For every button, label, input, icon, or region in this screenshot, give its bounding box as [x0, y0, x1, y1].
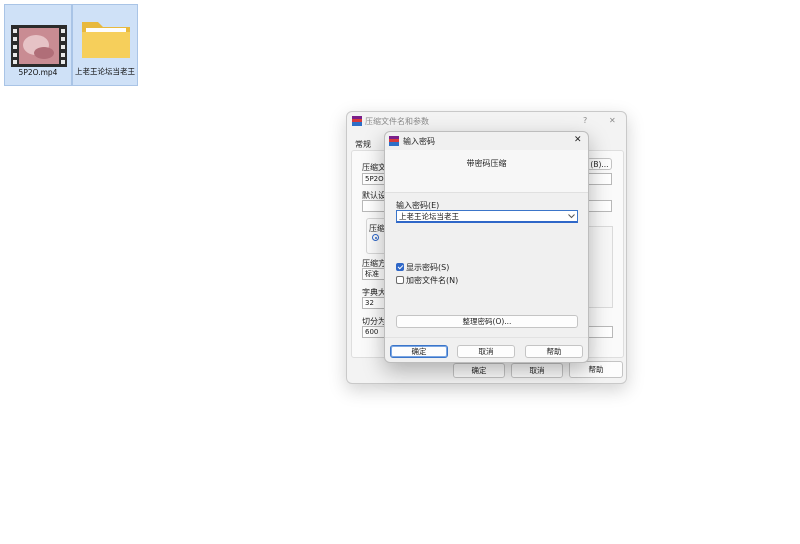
close-icon[interactable]: ✕: [574, 135, 582, 145]
enter-password-dialog: 输入密码 ✕ 带密码压缩 输入密码(E) 上老王论坛当老王 显示密码(S) 加密…: [384, 131, 589, 363]
winrar-icon: [352, 116, 362, 126]
browse-button[interactable]: (B)...: [587, 158, 612, 170]
desktop-icon-label: 5P2O.mp4: [18, 68, 58, 77]
archive-name-label: 压缩文: [362, 163, 386, 172]
folder-icon: [82, 22, 130, 58]
tab-general[interactable]: 常规: [355, 139, 371, 150]
help-icon[interactable]: ?: [583, 116, 587, 125]
close-icon[interactable]: ✕: [609, 116, 616, 125]
cancel-button[interactable]: 取消: [457, 345, 515, 358]
desktop-icon-folder[interactable]: 上老王论坛当老王: [72, 4, 138, 86]
show-password-checkbox[interactable]: [396, 263, 404, 271]
help-button[interactable]: 帮助: [525, 345, 583, 358]
show-password-label: 显示密码(S): [406, 263, 450, 272]
divider: [385, 337, 588, 338]
ok-button[interactable]: 确定: [453, 363, 505, 378]
window-title: 压缩文件名和参数: [365, 117, 429, 126]
chevron-down-icon[interactable]: [568, 214, 575, 219]
desktop-icon-video[interactable]: 5P2O.mp4: [4, 4, 72, 86]
dialog-heading: 带密码压缩: [466, 159, 507, 168]
format-radio[interactable]: [372, 234, 379, 241]
help-button[interactable]: 帮助: [569, 361, 623, 378]
cancel-button[interactable]: 取消: [511, 363, 563, 378]
organize-passwords-button[interactable]: 整理密码(O)...: [396, 315, 578, 328]
window-title: 输入密码: [403, 137, 435, 146]
encrypt-filenames-label: 加密文件名(N): [406, 276, 459, 285]
header-band: [385, 150, 588, 193]
video-file-icon: [11, 25, 67, 67]
format-label: 压缩: [369, 224, 385, 233]
winrar-icon: [389, 136, 399, 146]
encrypt-filenames-checkbox[interactable]: [396, 276, 404, 284]
ok-button[interactable]: 确定: [390, 345, 448, 358]
password-input[interactable]: 上老王论坛当老王: [396, 210, 578, 223]
desktop-icon-label: 上老王论坛当老王: [75, 67, 135, 76]
